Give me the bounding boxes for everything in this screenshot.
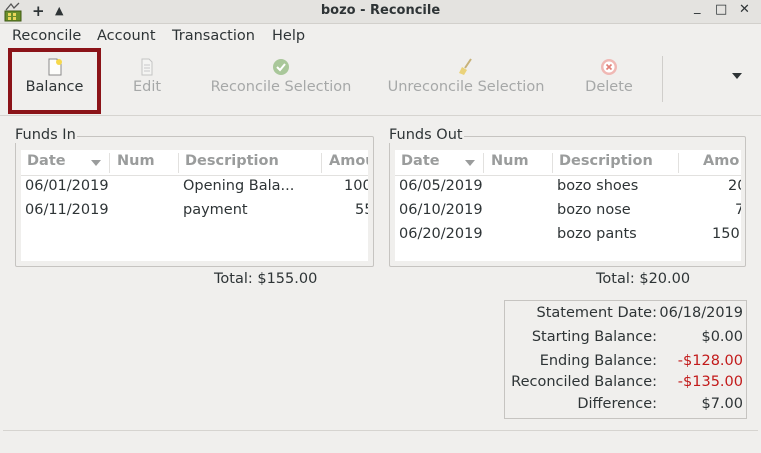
row-description: bozo nose bbox=[557, 202, 631, 218]
col-num[interactable]: Num bbox=[491, 150, 529, 176]
reconcile-selection-button[interactable]: Reconcile Selection bbox=[206, 48, 356, 116]
row-description: bozo shoes bbox=[557, 178, 639, 194]
reconcile-selection-label: Reconcile Selection bbox=[210, 79, 352, 95]
reconciled-balance-label: Reconciled Balance: bbox=[511, 374, 657, 390]
table-row[interactable]: 06/20/2019 bozo pants 150 bbox=[395, 224, 741, 248]
minimize-button[interactable]: _ bbox=[694, 0, 701, 15]
col-amount[interactable]: Amo bbox=[703, 150, 739, 176]
menu-reconcile[interactable]: Reconcile bbox=[12, 28, 81, 44]
funds-in-table-header: Date Num Description Amou bbox=[21, 150, 368, 176]
row-date: 06/20/2019 bbox=[399, 226, 483, 242]
funds-out-total: Total: $20.00 bbox=[596, 271, 691, 287]
difference-row: Difference: $7.00 bbox=[505, 396, 748, 416]
toolbar: Balance Edit Reconcile Selection Unrecon… bbox=[0, 48, 761, 116]
funds-in-table[interactable]: Date Num Description Amou 06/01/2019 Ope… bbox=[21, 150, 368, 261]
row-date: 06/01/2019 bbox=[25, 178, 109, 194]
menu-account[interactable]: Account bbox=[97, 28, 156, 44]
balance-highlight-box bbox=[8, 48, 101, 114]
sort-down-icon bbox=[91, 160, 101, 166]
statement-date-row: Statement Date: 06/18/2019 bbox=[505, 305, 748, 325]
col-date[interactable]: Date bbox=[27, 150, 66, 176]
reconcile-summary: Statement Date: 06/18/2019 Starting Bala… bbox=[504, 300, 747, 419]
funds-out-label: Funds Out bbox=[388, 127, 464, 143]
ending-balance-label: Ending Balance: bbox=[539, 353, 657, 369]
funds-in-total: Total: $155.00 bbox=[214, 271, 318, 287]
table-row[interactable]: 06/05/2019 bozo shoes 20 bbox=[395, 176, 741, 200]
col-date[interactable]: Date bbox=[401, 150, 440, 176]
column-separator bbox=[178, 153, 179, 173]
title-bar: + ▲ bozo - Reconcile _ □ ✕ bbox=[0, 0, 761, 24]
starting-balance-value: $0.00 bbox=[701, 329, 743, 345]
row-date: 06/11/2019 bbox=[25, 202, 109, 218]
edit-label: Edit bbox=[132, 79, 162, 95]
row-date: 06/05/2019 bbox=[399, 178, 483, 194]
statement-date-value: 06/18/2019 bbox=[659, 305, 743, 321]
col-amount[interactable]: Amou bbox=[329, 150, 368, 176]
row-amount: 20 bbox=[728, 178, 741, 194]
row-description: bozo pants bbox=[557, 226, 637, 242]
reconciled-balance-value: -$135.00 bbox=[677, 374, 743, 390]
row-description: payment bbox=[183, 202, 248, 218]
funds-out-table[interactable]: Date Num Description Amo 06/05/2019 bozo… bbox=[395, 150, 741, 261]
column-separator bbox=[109, 153, 110, 173]
col-num[interactable]: Num bbox=[117, 150, 155, 176]
table-row[interactable]: 06/11/2019 payment 55 bbox=[21, 200, 368, 224]
reconciled-balance-row: Reconciled Balance: -$135.00 bbox=[505, 374, 748, 394]
ending-balance-value: -$128.00 bbox=[677, 353, 743, 369]
table-row[interactable]: 06/01/2019 Opening Bala... 100 bbox=[21, 176, 368, 200]
difference-value: $7.00 bbox=[701, 396, 743, 412]
menu-bar: Reconcile Account Transaction Help bbox=[0, 25, 761, 49]
starting-balance-row: Starting Balance: $0.00 bbox=[505, 329, 748, 349]
delete-label: Delete bbox=[585, 79, 633, 95]
table-row[interactable]: 06/10/2019 bozo nose 7 bbox=[395, 200, 741, 224]
starting-balance-label: Starting Balance: bbox=[531, 329, 657, 345]
maximize-button[interactable]: □ bbox=[715, 2, 727, 17]
sort-down-icon bbox=[465, 160, 475, 166]
row-amount: 7 bbox=[735, 202, 741, 218]
row-date: 06/10/2019 bbox=[399, 202, 483, 218]
edit-button[interactable]: Edit bbox=[112, 48, 182, 116]
row-amount: 55 bbox=[355, 202, 368, 218]
column-separator bbox=[552, 153, 553, 173]
row-amount: 100 bbox=[344, 178, 368, 194]
column-separator bbox=[483, 153, 484, 173]
ending-balance-row: Ending Balance: -$128.00 bbox=[505, 353, 748, 373]
menu-transaction[interactable]: Transaction bbox=[172, 28, 255, 44]
window-bottom-border bbox=[3, 430, 758, 431]
funds-out-table-header: Date Num Description Amo bbox=[395, 150, 741, 176]
delete-icon bbox=[601, 59, 617, 75]
menu-help[interactable]: Help bbox=[272, 28, 305, 44]
unreconcile-selection-label: Unreconcile Selection bbox=[387, 79, 545, 95]
close-button[interactable]: ✕ bbox=[739, 2, 750, 17]
col-description[interactable]: Description bbox=[559, 150, 653, 176]
delete-button[interactable]: Delete bbox=[578, 48, 640, 116]
funds-in-label: Funds In bbox=[14, 127, 77, 143]
column-separator bbox=[678, 153, 679, 173]
col-description[interactable]: Description bbox=[185, 150, 279, 176]
toolbar-overflow-arrow-icon[interactable] bbox=[732, 73, 742, 79]
check-circle-icon bbox=[273, 59, 289, 75]
unreconcile-selection-button[interactable]: Unreconcile Selection bbox=[382, 48, 550, 116]
window-title: bozo - Reconcile bbox=[320, 3, 441, 18]
edit-document-icon bbox=[141, 58, 153, 76]
column-separator bbox=[321, 153, 322, 173]
statement-date-label: Statement Date: bbox=[536, 305, 657, 321]
row-amount: 150 bbox=[712, 226, 740, 242]
toolbar-separator bbox=[662, 56, 663, 102]
broom-icon bbox=[459, 58, 472, 75]
row-description: Opening Bala... bbox=[183, 178, 295, 194]
difference-label: Difference: bbox=[577, 396, 657, 412]
